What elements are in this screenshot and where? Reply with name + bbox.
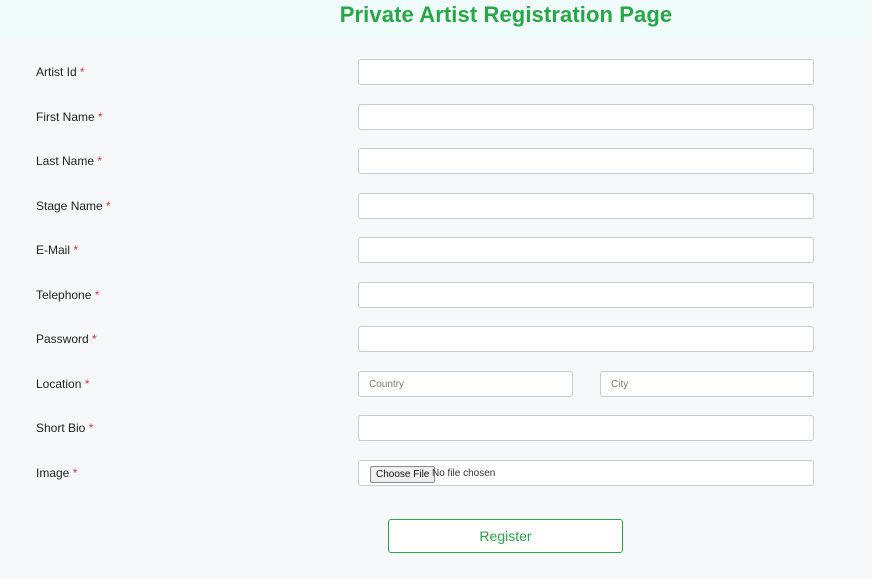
email-input[interactable]	[358, 237, 814, 263]
short-bio-row: Short Bio *	[0, 415, 868, 441]
image-file-input[interactable]: Choose File No file chosen	[358, 460, 814, 486]
choose-file-button[interactable]: Choose File	[370, 466, 436, 483]
first-name-row: First Name *	[0, 104, 868, 130]
page-title: Private Artist Registration Page	[339, 2, 673, 27]
stage-name-input[interactable]	[358, 193, 814, 219]
email-label: E-Mail *	[36, 243, 79, 257]
required-marker: *	[73, 243, 79, 257]
first-name-label: First Name *	[36, 110, 103, 124]
country-input[interactable]	[358, 371, 573, 397]
password-label: Password *	[36, 332, 97, 346]
required-marker: *	[72, 466, 78, 480]
register-button[interactable]: Register	[388, 519, 623, 553]
artist-id-input[interactable]	[358, 59, 814, 85]
last-name-row: Last Name *	[0, 148, 868, 174]
telephone-row: Telephone *	[0, 282, 868, 308]
telephone-label: Telephone *	[36, 288, 100, 302]
password-input[interactable]	[358, 326, 814, 352]
first-name-input[interactable]	[358, 104, 814, 130]
required-marker: *	[80, 65, 85, 79]
location-label: Location *	[36, 377, 90, 391]
required-marker: *	[98, 110, 103, 124]
image-row: Image * Choose File No file chosen	[0, 460, 868, 486]
password-row: Password *	[0, 326, 868, 352]
required-marker: *	[92, 332, 97, 346]
stage-name-label: Stage Name *	[36, 199, 111, 213]
email-row: E-Mail *	[0, 237, 868, 263]
short-bio-input[interactable]	[358, 415, 814, 441]
city-input[interactable]	[600, 371, 814, 397]
location-row: Location *	[0, 371, 868, 397]
image-label: Image *	[36, 466, 78, 480]
telephone-input[interactable]	[358, 282, 814, 308]
required-marker: *	[94, 288, 100, 302]
required-marker: *	[88, 421, 94, 435]
last-name-label: Last Name *	[36, 154, 103, 168]
artist-id-row: Artist Id *	[0, 59, 868, 85]
page-header: Private Artist Registration Page	[0, 0, 868, 40]
required-marker: *	[97, 154, 103, 168]
required-marker: *	[106, 199, 111, 213]
short-bio-label: Short Bio *	[36, 421, 94, 435]
file-status-text: No file chosen	[432, 468, 496, 479]
stage-name-row: Stage Name *	[0, 193, 868, 219]
artist-id-label: Artist Id *	[36, 65, 85, 79]
required-marker: *	[84, 377, 90, 391]
last-name-input[interactable]	[358, 148, 814, 174]
